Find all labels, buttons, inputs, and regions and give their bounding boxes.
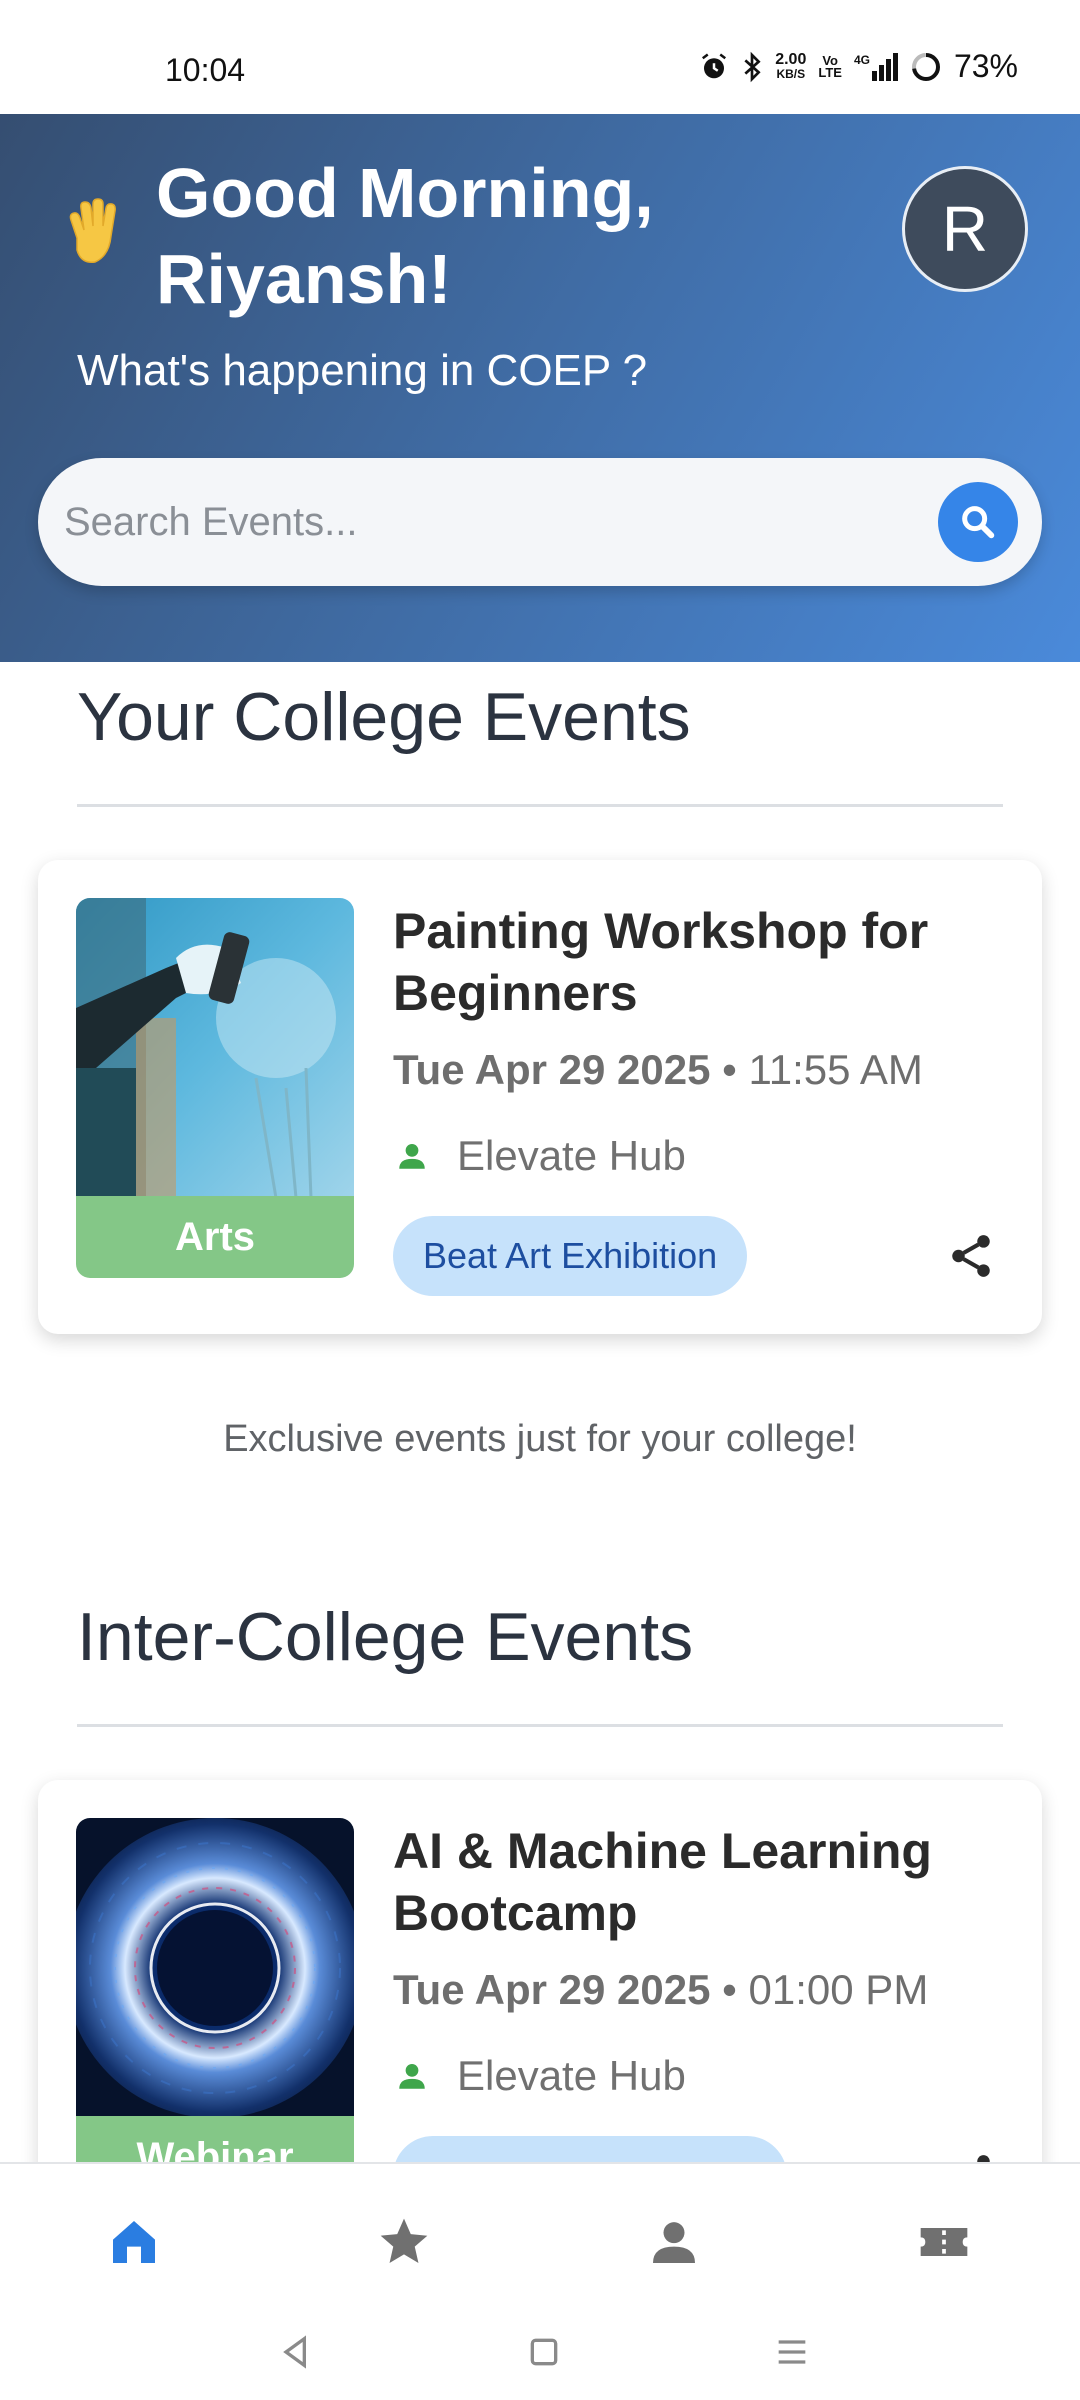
- search-bar: [38, 458, 1042, 586]
- event-category-tag: Arts: [76, 1196, 354, 1278]
- section-title-college-events: Your College Events: [77, 679, 691, 755]
- nav-profile[interactable]: [634, 2202, 714, 2282]
- system-navigation: [0, 2300, 1080, 2400]
- person-icon: [653, 2222, 695, 2263]
- event-image: Webinar: [76, 1818, 354, 2198]
- signal-icon: 4G: [854, 52, 898, 81]
- header-banner: Good Morning, Riyansh! What's happening …: [0, 114, 1080, 662]
- event-host: Elevate Hub: [393, 1132, 686, 1180]
- network-speed: 2.00 KB/S: [775, 50, 807, 81]
- alarm-icon: [702, 53, 727, 78]
- battery-ring-icon: [911, 52, 940, 81]
- event-host: Elevate Hub: [393, 2052, 686, 2100]
- search-input[interactable]: [64, 458, 944, 586]
- event-datetime: Tue Apr 29 2025 • 01:00 PM: [393, 1966, 929, 2013]
- person-icon: [399, 2063, 425, 2089]
- avatar-letter: R: [941, 193, 989, 265]
- person-icon: [399, 1143, 425, 1169]
- menu-icon[interactable]: [762, 2322, 822, 2382]
- event-host-name: Elevate Hub: [457, 1132, 686, 1179]
- event-time: 11:55 AM: [748, 1046, 923, 1093]
- status-bar: 10:04 2.00 KB/S Vo LTE 4G 73%: [0, 0, 1080, 114]
- battery-level: 73%: [953, 48, 1018, 84]
- search-button[interactable]: [938, 482, 1018, 562]
- painting-graffiti-image: [76, 898, 354, 1198]
- star-icon: [380, 2218, 428, 2263]
- event-title: AI & Machine Learning Bootcamp: [393, 1823, 932, 1941]
- section-note: Exclusive events just for your college!: [223, 1418, 857, 1460]
- event-host-name: Elevate Hub: [457, 2052, 686, 2099]
- avatar[interactable]: R: [902, 166, 1028, 292]
- event-card[interactable]: Arts Painting Workshop for Beginners Tue…: [38, 860, 1042, 1334]
- nav-tickets[interactable]: [904, 2202, 984, 2282]
- section-divider: [77, 1724, 1003, 1727]
- section-title-inter-college-events: Inter-College Events: [77, 1599, 694, 1675]
- greeting-title: Good Morning, Riyansh!: [156, 154, 654, 318]
- event-title: Painting Workshop for Beginners: [393, 903, 929, 1021]
- event-datetime: Tue Apr 29 2025 • 11:55 AM: [393, 1046, 923, 1093]
- event-image: Arts: [76, 898, 354, 1278]
- nav-home[interactable]: [94, 2202, 174, 2282]
- volte-indicator: Vo LTE: [818, 52, 842, 80]
- bluetooth-icon: [744, 51, 761, 82]
- status-icons: 2.00 KB/S Vo LTE 4G 73%: [699, 48, 1018, 85]
- greeting-subtitle: What's happening in COEP ?: [77, 346, 648, 395]
- status-time: 10:04: [165, 52, 246, 88]
- event-date: Tue Apr 29 2025: [393, 1046, 711, 1093]
- ticket-icon: [920, 2228, 968, 2256]
- home-square-icon[interactable]: [514, 2322, 574, 2382]
- back-icon[interactable]: [266, 2322, 326, 2382]
- event-chip[interactable]: Beat Art Exhibition: [393, 1216, 748, 1296]
- ai-circuit-eye-image: [76, 1818, 354, 2118]
- event-time: 01:00 PM: [748, 1966, 929, 2013]
- home-icon: [113, 2221, 155, 2263]
- event-date: Tue Apr 29 2025: [393, 1966, 711, 2013]
- nav-favorites[interactable]: [364, 2202, 444, 2282]
- search-icon: [962, 506, 995, 539]
- section-divider: [77, 804, 1003, 807]
- share-icon[interactable]: [946, 1226, 996, 1286]
- waving-hand-icon: [69, 198, 116, 263]
